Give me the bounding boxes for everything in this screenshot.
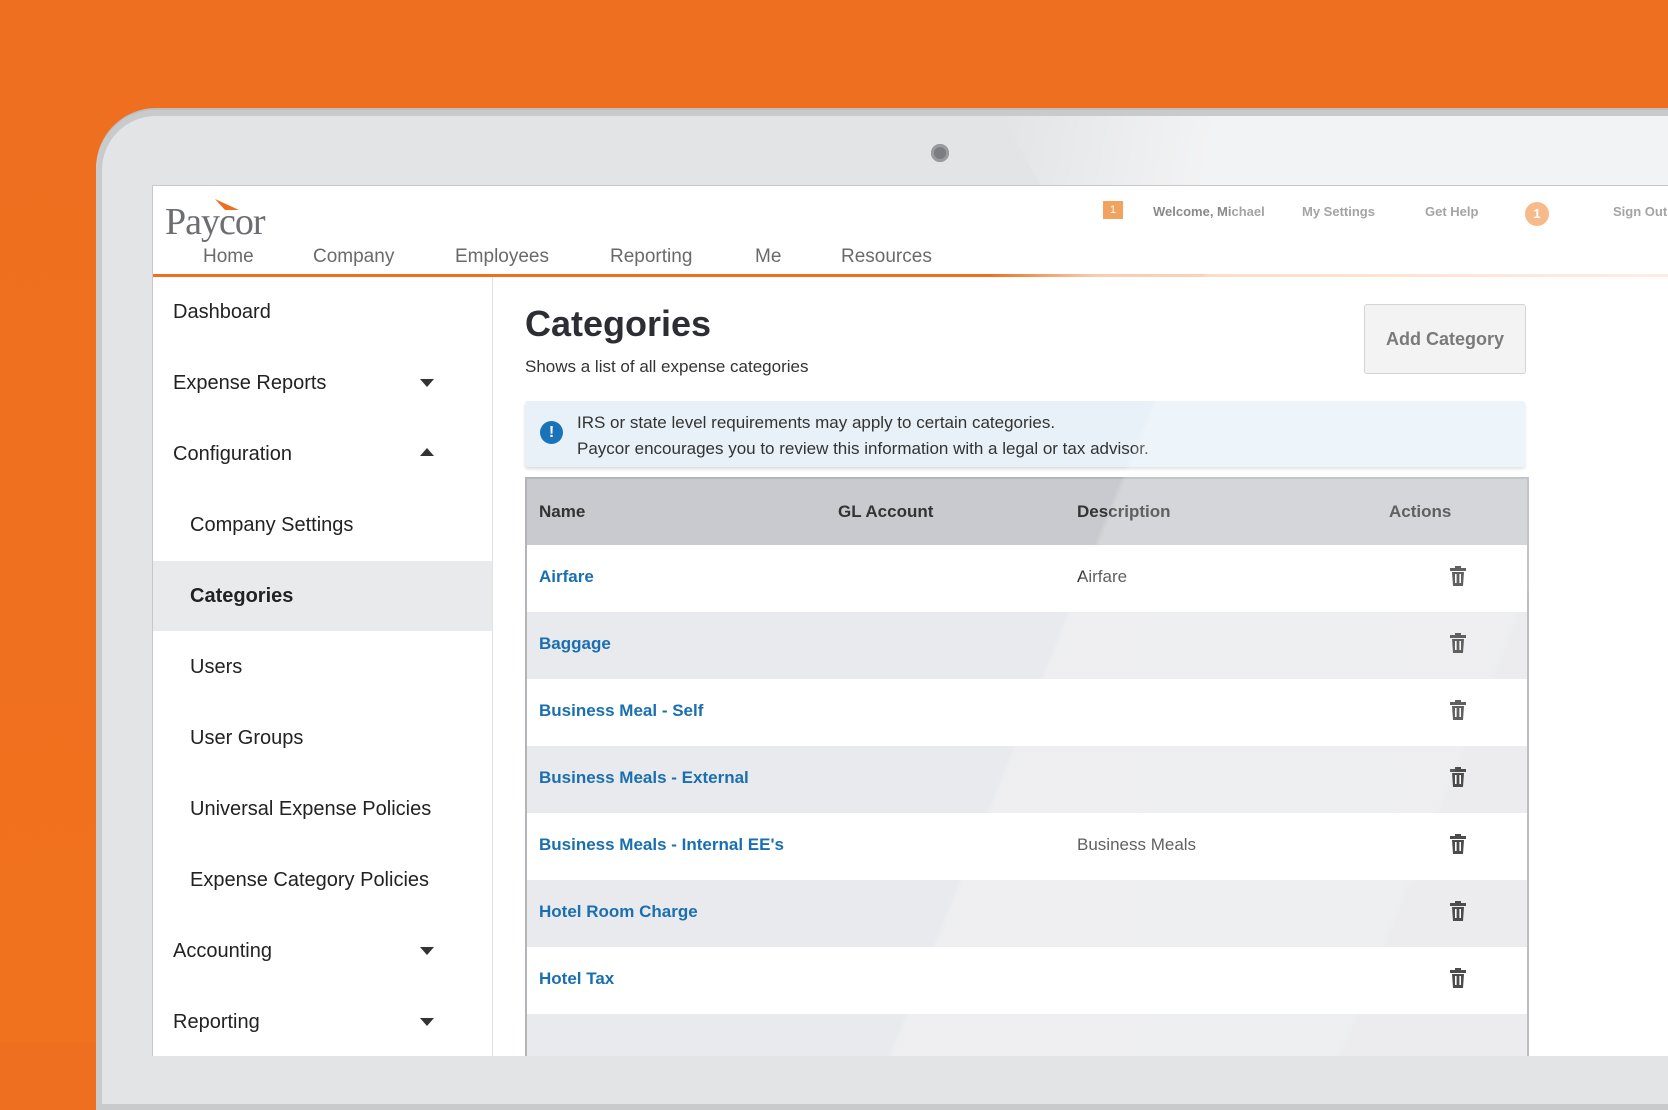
- sidebar-item-user-groups[interactable]: User Groups: [153, 703, 492, 773]
- sidebar-item-expense-reports[interactable]: Expense Reports: [153, 348, 492, 418]
- sidebar-item-categories[interactable]: Categories: [153, 561, 492, 631]
- chevron-down-icon: [420, 379, 434, 387]
- table-row: Airfare Airfare: [527, 545, 1527, 612]
- sidebar-item-label: Reporting: [173, 1011, 260, 1033]
- sidebar-item-label: Expense Reports: [173, 372, 327, 394]
- trash-icon[interactable]: [1450, 566, 1466, 586]
- trash-icon[interactable]: [1450, 968, 1466, 988]
- sidebar-item-label: Dashboard: [173, 301, 271, 323]
- category-name-link[interactable]: Airfare: [539, 567, 594, 587]
- sidebar-item-expense-category-policies[interactable]: Expense Category Policies: [153, 845, 492, 915]
- nav-item-reporting[interactable]: Reporting: [610, 246, 692, 268]
- page-title: Categories: [525, 303, 712, 344]
- table-header: Name GL Account Description Actions: [527, 479, 1527, 545]
- category-name-link[interactable]: Business Meals - External: [539, 768, 749, 788]
- table-row: Business Meals - External: [527, 746, 1527, 813]
- column-header-name[interactable]: Name: [539, 502, 585, 522]
- sidebar-item-label: Accounting: [173, 940, 272, 962]
- welcome-text: Welcome, Michael: [1153, 204, 1265, 219]
- trash-icon[interactable]: [1450, 834, 1466, 854]
- sidebar-item-company-settings[interactable]: Company Settings: [153, 490, 492, 560]
- categories-table: Name GL Account Description Actions Airf…: [525, 477, 1529, 1056]
- main-content: Categories Shows a list of all expense c…: [492, 277, 1668, 1056]
- alert-line-1: IRS or state level requirements may appl…: [577, 413, 1056, 432]
- table-row: Hotel Room Charge: [527, 880, 1527, 947]
- nav-item-me[interactable]: Me: [755, 246, 781, 268]
- column-header-gl-account[interactable]: GL Account: [838, 502, 933, 522]
- trash-icon[interactable]: [1450, 767, 1466, 787]
- category-name-link[interactable]: Hotel Room Charge: [539, 902, 698, 922]
- get-help-link[interactable]: Get Help: [1425, 204, 1478, 219]
- main-nav: Home Company Employees Reporting Me Reso…: [153, 246, 1668, 274]
- sidebar-item-label: Universal Expense Policies: [190, 798, 432, 820]
- sidebar-item-reporting[interactable]: Reporting: [153, 987, 492, 1056]
- table-row: Baggage: [527, 612, 1527, 679]
- sidebar: Dashboard Expense Reports Configuration …: [153, 277, 493, 1056]
- page-subtitle: Shows a list of all expense categories: [525, 357, 809, 376]
- sidebar-item-users[interactable]: Users: [153, 632, 492, 702]
- nav-item-employees[interactable]: Employees: [455, 246, 549, 268]
- notification-flag-icon[interactable]: 1: [1103, 201, 1123, 219]
- sidebar-item-label: Users: [190, 656, 243, 678]
- trash-icon[interactable]: [1450, 700, 1466, 720]
- sidebar-item-configuration[interactable]: Configuration: [153, 419, 492, 489]
- bezel-shine: [1000, 116, 1668, 186]
- category-name-link[interactable]: Hotel Tax: [539, 969, 614, 989]
- sidebar-item-label: Configuration: [173, 443, 292, 465]
- sign-out-link[interactable]: Sign Out: [1613, 204, 1667, 219]
- help-count-badge: 1: [1525, 202, 1549, 226]
- category-description: Airfare: [1077, 567, 1128, 586]
- info-alert: ! IRS or state level requirements may ap…: [525, 401, 1525, 467]
- info-exclamation-icon: !: [540, 421, 563, 444]
- table-row: [527, 1014, 1527, 1056]
- sidebar-item-label: Categories: [190, 585, 294, 607]
- category-description: Business Meals: [1077, 835, 1197, 854]
- nav-item-home[interactable]: Home: [203, 246, 254, 268]
- chevron-down-icon: [420, 947, 434, 955]
- sidebar-item-label: User Groups: [190, 727, 304, 749]
- category-name-link[interactable]: Business Meals - Internal EE's: [539, 835, 784, 855]
- trash-icon[interactable]: [1450, 633, 1466, 653]
- nav-item-company[interactable]: Company: [313, 246, 394, 268]
- logo-text: Paycor: [165, 201, 266, 243]
- app-screen: Paycor 1 Welcome, Michael My Settings Ge…: [152, 185, 1668, 1056]
- webcam: [931, 144, 949, 162]
- column-header-description[interactable]: Description: [1077, 502, 1171, 522]
- sidebar-item-universal-expense-policies[interactable]: Universal Expense Policies: [153, 774, 492, 844]
- sidebar-item-dashboard[interactable]: Dashboard: [153, 277, 492, 347]
- table-row: Business Meals - Internal EE's Business …: [527, 813, 1527, 880]
- sidebar-item-label: Company Settings: [190, 514, 354, 536]
- sidebar-item-accounting[interactable]: Accounting: [153, 916, 492, 986]
- my-settings-link[interactable]: My Settings: [1302, 204, 1375, 219]
- trash-icon[interactable]: [1450, 901, 1466, 921]
- chevron-up-icon: [420, 448, 434, 456]
- alert-line-2: Paycor encourages you to review this inf…: [577, 439, 1149, 458]
- app-header: Paycor 1 Welcome, Michael My Settings Ge…: [153, 186, 1668, 277]
- table-row: Business Meal - Self: [527, 679, 1527, 746]
- add-category-button[interactable]: Add Category: [1364, 304, 1526, 374]
- table-row: Hotel Tax: [527, 947, 1527, 1014]
- category-name-link[interactable]: Baggage: [539, 634, 611, 654]
- chevron-down-icon: [420, 1018, 434, 1026]
- nav-item-resources[interactable]: Resources: [841, 246, 932, 268]
- column-header-actions: Actions: [1389, 502, 1452, 521]
- sidebar-item-label: Expense Category Policies: [190, 869, 430, 891]
- category-name-link[interactable]: Business Meal - Self: [539, 701, 703, 721]
